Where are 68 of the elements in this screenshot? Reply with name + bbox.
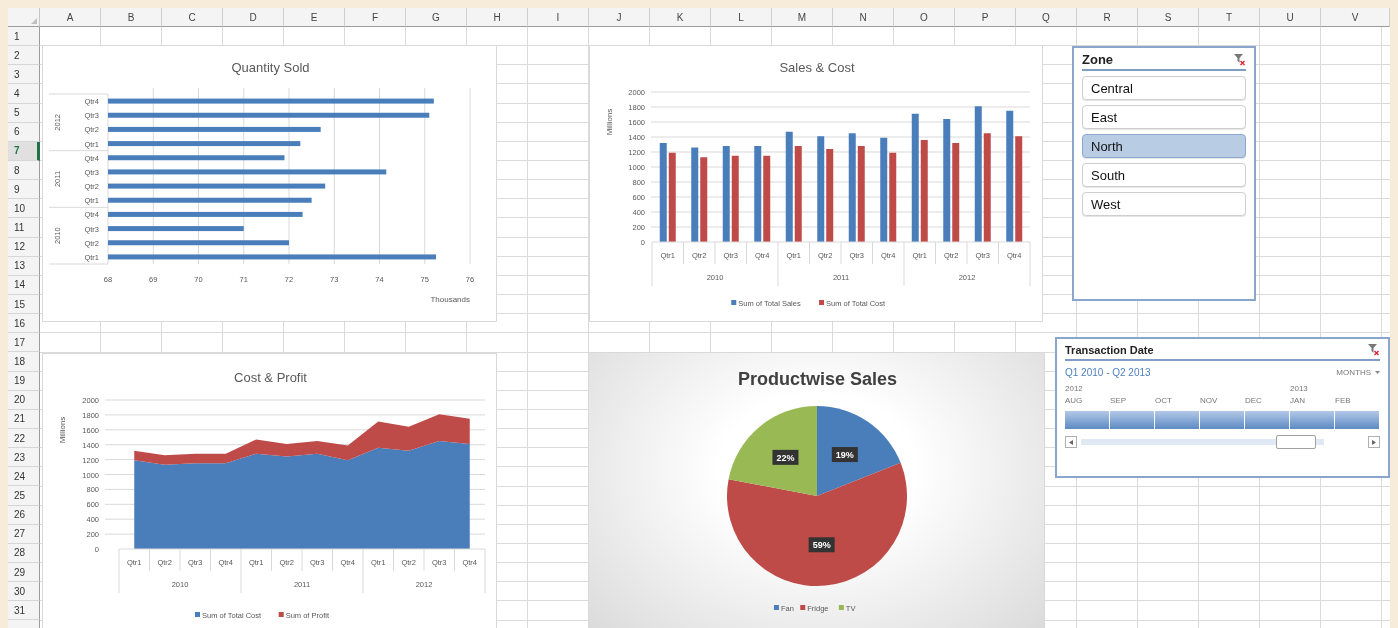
column-header[interactable]: M bbox=[772, 8, 833, 27]
data-label: 22% bbox=[776, 452, 795, 463]
column-header[interactable]: V bbox=[1321, 8, 1390, 27]
axis-title: Millions bbox=[58, 416, 67, 444]
month-label: OCT bbox=[1155, 395, 1172, 407]
column-header[interactable]: J bbox=[589, 8, 650, 27]
slicer-item[interactable]: West bbox=[1082, 192, 1246, 216]
column-header[interactable]: I bbox=[528, 8, 589, 27]
column-header[interactable]: B bbox=[101, 8, 162, 27]
chart-title: Cost & Profit bbox=[234, 370, 307, 385]
column-header[interactable]: N bbox=[833, 8, 894, 27]
slicer-title: Zone bbox=[1082, 52, 1114, 67]
column-header[interactable]: U bbox=[1260, 8, 1321, 27]
timeline-period[interactable] bbox=[1200, 411, 1245, 429]
clear-filter-icon[interactable] bbox=[1367, 343, 1380, 356]
month-label: JAN bbox=[1290, 395, 1306, 407]
column-header[interactable]: H bbox=[467, 8, 528, 27]
data-label: 19% bbox=[835, 450, 854, 461]
month-label: AUG bbox=[1065, 395, 1083, 407]
data-label: 59% bbox=[812, 540, 831, 551]
chart-title: Quantity Sold bbox=[231, 60, 310, 75]
scroll-right-button[interactable] bbox=[1368, 436, 1380, 448]
column-header[interactable]: K bbox=[650, 8, 711, 27]
axis-title: Millions bbox=[605, 108, 614, 136]
chart-title: Sales & Cost bbox=[779, 60, 855, 75]
column-header[interactable]: T bbox=[1199, 8, 1260, 27]
column-header[interactable]: Q bbox=[1016, 8, 1077, 27]
column-header[interactable]: G bbox=[406, 8, 467, 27]
slicer-item[interactable]: South bbox=[1082, 163, 1246, 187]
column-header[interactable]: D bbox=[223, 8, 284, 27]
timeline-period[interactable] bbox=[1335, 411, 1380, 429]
column-header[interactable]: E bbox=[284, 8, 345, 27]
column-header[interactable]: R bbox=[1077, 8, 1138, 27]
column-header[interactable]: P bbox=[955, 8, 1016, 27]
column-header[interactable]: S bbox=[1138, 8, 1199, 27]
month-label: DEC bbox=[1245, 395, 1262, 407]
caret-icon bbox=[1375, 371, 1380, 374]
slicer-item[interactable]: Central bbox=[1082, 76, 1246, 100]
label-background bbox=[831, 447, 858, 463]
column-header[interactable]: C bbox=[162, 8, 223, 27]
axis-title: Thousands bbox=[430, 295, 470, 304]
chart-title: Productwise Sales bbox=[737, 369, 898, 389]
timeline-title: Transaction Date bbox=[1065, 343, 1154, 356]
right-arrow-icon bbox=[1372, 439, 1376, 445]
timeline-period[interactable] bbox=[1065, 411, 1110, 429]
column-header[interactable]: A bbox=[40, 8, 101, 27]
row-header[interactable]: 7 bbox=[8, 141, 40, 161]
timeline-period[interactable] bbox=[1245, 411, 1290, 429]
month-label: FEB bbox=[1335, 395, 1351, 407]
clear-filter-icon[interactable] bbox=[1233, 53, 1246, 66]
column-header[interactable]: F bbox=[345, 8, 406, 27]
year-label: 2012 bbox=[1065, 383, 1083, 395]
timeline-period[interactable] bbox=[1110, 411, 1155, 429]
column-header[interactable]: L bbox=[711, 8, 772, 27]
slicer-item[interactable]: North bbox=[1082, 134, 1246, 158]
scroll-left-button[interactable] bbox=[1065, 436, 1077, 448]
column-header[interactable]: O bbox=[894, 8, 955, 27]
month-label: SEP bbox=[1110, 395, 1126, 407]
left-arrow-icon bbox=[1069, 439, 1073, 445]
timeline-period[interactable] bbox=[1155, 411, 1200, 429]
label-background bbox=[808, 537, 835, 553]
slicer-item[interactable]: East bbox=[1082, 105, 1246, 129]
time-level-dropdown[interactable]: MONTHS bbox=[1336, 368, 1380, 377]
date-range-label: Q1 2010 - Q2 2013 bbox=[1065, 367, 1151, 378]
timeline-period[interactable] bbox=[1290, 411, 1335, 429]
scroll-thumb[interactable] bbox=[1276, 435, 1316, 449]
year-label: 2013 bbox=[1290, 383, 1308, 395]
month-label: NOV bbox=[1200, 395, 1218, 407]
